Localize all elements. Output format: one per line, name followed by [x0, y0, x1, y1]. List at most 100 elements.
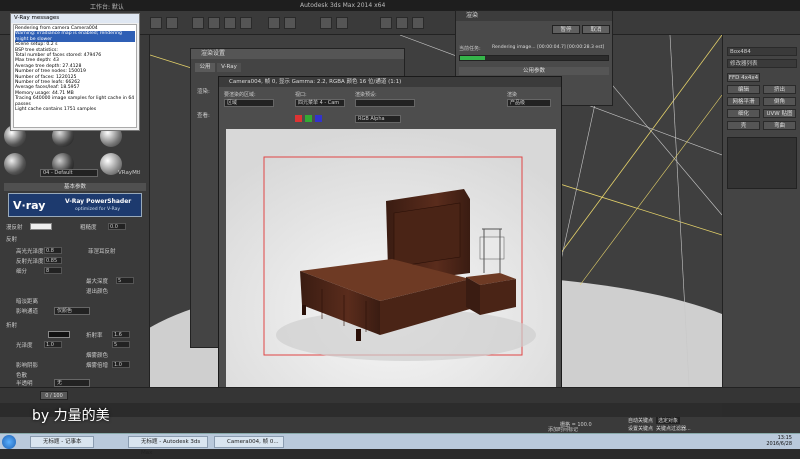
- rendered-bed-image: [226, 129, 556, 389]
- material-slot[interactable]: [4, 153, 26, 175]
- modifier-button[interactable]: UVW 贴图: [763, 109, 796, 118]
- render-icon[interactable]: [412, 17, 424, 29]
- glossiness-spinner[interactable]: 1.0: [44, 341, 62, 348]
- modifier-button[interactable]: 网格平滑: [727, 97, 760, 106]
- modifier-button[interactable]: 挤出: [763, 85, 796, 94]
- redo-icon[interactable]: [166, 17, 178, 29]
- select-icon[interactable]: [192, 17, 204, 29]
- taskbar-item[interactable]: 无标题 - 记事本: [30, 436, 94, 448]
- start-button[interactable]: [2, 435, 16, 449]
- modifier-button[interactable]: 倒角: [763, 97, 796, 106]
- material-name-field[interactable]: 04 - Default: [40, 169, 98, 177]
- diffuse-label: 漫反射: [6, 225, 23, 231]
- render-setup-title[interactable]: 渲染设置: [191, 49, 404, 59]
- vray-messages-log[interactable]: Rendering from camera Camera004 Warning:…: [13, 24, 137, 128]
- dim-distance-label: 暗淡距离: [16, 299, 39, 305]
- auto-key-button[interactable]: 自动关键点: [628, 417, 653, 424]
- log-line: Tracing 640000 image samples for light c…: [15, 96, 135, 107]
- modifier-button[interactable]: 弯曲: [763, 121, 796, 130]
- channel-red-icon[interactable]: [295, 115, 302, 122]
- cancel-button[interactable]: 取消: [582, 25, 610, 34]
- fog-color-label: 烟雾颜色: [86, 353, 109, 359]
- affect-channels-dropdown[interactable]: 仅颜色: [54, 307, 90, 315]
- selected-dropdown[interactable]: 选定对象: [656, 417, 681, 424]
- subdivs-spinner[interactable]: 8: [44, 267, 62, 274]
- refl-gloss-spinner[interactable]: 0.85: [44, 257, 62, 264]
- tab-vray[interactable]: V-Ray: [217, 63, 241, 72]
- reflect-section-label: 反射: [6, 237, 18, 243]
- view-label: 查看:: [197, 113, 210, 119]
- channel-green-icon[interactable]: [305, 115, 312, 122]
- hilight-gloss-label: 高光光泽度: [16, 249, 44, 255]
- vray-logo: V·ray: [13, 199, 46, 212]
- viewport-dropdown[interactable]: 四元菜单 4 - Cam: [295, 99, 345, 107]
- mirror-icon[interactable]: [320, 17, 332, 29]
- modifier-list-dropdown[interactable]: 修改器列表: [727, 59, 797, 68]
- refract-swatch[interactable]: [48, 331, 70, 338]
- taskbar-item[interactable]: 无标题 - Autodesk 3ds Max: [128, 436, 208, 456]
- subdivs-label: 细分: [16, 269, 28, 275]
- powershader-title: V-Ray PowerShader: [65, 198, 132, 205]
- undo-icon[interactable]: [150, 17, 162, 29]
- set-key-button[interactable]: 设置关键点: [628, 425, 653, 432]
- time-slider-thumb[interactable]: 0 / 100: [40, 391, 68, 400]
- command-panel: Box484 修改器列表 FFD 4x4x4 编辑 挤出 网格平滑 倒角 细化 …: [722, 35, 800, 403]
- hilight-gloss-spinner[interactable]: 0.8: [44, 247, 62, 254]
- align-icon[interactable]: [336, 17, 348, 29]
- modifier-stack-list[interactable]: [727, 137, 797, 189]
- translucency-dropdown[interactable]: 无: [54, 379, 90, 387]
- vray-powershader-banner: V·ray V-Ray PowerShader optimized for V-…: [8, 193, 142, 217]
- rollout-basic-header[interactable]: 基本参数: [4, 183, 146, 191]
- frame-window-title[interactable]: Camera004, 帧 0, 显示 Gamma: 2.2, RGBA 颜色 1…: [219, 77, 561, 87]
- fog-mult-spinner[interactable]: 1.0: [112, 361, 130, 368]
- workspace-label[interactable]: 工作台: 默认: [90, 2, 124, 11]
- object-name-field[interactable]: Box484: [727, 47, 797, 56]
- status-bar: 栅格 = 100.0 自动关键点 选定对象 设置关键点 关键点过滤器... 添加…: [0, 417, 800, 433]
- channel-blue-icon[interactable]: [315, 115, 322, 122]
- refract-max-depth-spinner[interactable]: 5: [112, 341, 130, 348]
- taskbar-item[interactable]: Camera004, 帧 0...: [214, 436, 284, 448]
- modifier-button[interactable]: 壳: [727, 121, 760, 130]
- refract-section-label: 折射: [6, 323, 18, 329]
- render-preset-dropdown[interactable]: [355, 99, 415, 107]
- material-editor-icon[interactable]: [380, 17, 392, 29]
- modifier-button[interactable]: 细化: [727, 109, 760, 118]
- render-canvas[interactable]: [226, 129, 556, 389]
- scale-icon[interactable]: [240, 17, 252, 29]
- add-time-tag-button[interactable]: 添加时间标记: [548, 426, 578, 433]
- key-filters-button[interactable]: 关键点过滤器...: [656, 425, 691, 432]
- ior-label: 折射率: [86, 333, 103, 339]
- tab-common[interactable]: 公用: [195, 63, 215, 72]
- current-task-label: 当前任务:: [459, 46, 481, 52]
- vray-messages-window: V-Ray messages Rendering from camera Cam…: [10, 13, 140, 131]
- render-setup-icon[interactable]: [396, 17, 408, 29]
- move-icon[interactable]: [208, 17, 220, 29]
- progress-title[interactable]: 渲染: [456, 11, 612, 21]
- translucency-label: 半透明: [16, 381, 33, 387]
- ior-spinner[interactable]: 1.6: [112, 331, 130, 338]
- pause-button[interactable]: 暂停: [552, 25, 580, 34]
- system-clock[interactable]: 13:15 2016/6/28: [766, 435, 792, 447]
- render-preset-label: 渲染预设:: [355, 92, 377, 98]
- roughness-spinner[interactable]: 0.0: [108, 223, 126, 230]
- snap-icon[interactable]: [268, 17, 280, 29]
- material-type-button[interactable]: VRayMtl: [118, 170, 141, 176]
- fresnel-label: 菲涅耳反射: [88, 249, 116, 255]
- clock-date: 2016/6/28: [766, 441, 792, 447]
- common-params-header[interactable]: 公用参数: [459, 67, 609, 75]
- rotate-icon[interactable]: [224, 17, 236, 29]
- area-to-render-dropdown[interactable]: 区域: [224, 99, 274, 107]
- channel-display-dropdown[interactable]: RGB Alpha: [355, 115, 401, 123]
- render-quality-dropdown[interactable]: 产品级: [507, 99, 551, 107]
- modifier-button[interactable]: 编辑: [727, 85, 760, 94]
- track-bar[interactable]: [150, 403, 722, 417]
- max-depth-spinner[interactable]: 5: [116, 277, 134, 284]
- vray-messages-title[interactable]: V-Ray messages: [11, 14, 139, 23]
- diffuse-swatch[interactable]: [30, 223, 52, 230]
- angle-snap-icon[interactable]: [284, 17, 296, 29]
- rendered-frame-window: Camera004, 帧 0, 显示 Gamma: 2.2, RGBA 颜色 1…: [218, 76, 562, 394]
- affect-shadows-label: 影响阴影: [16, 363, 39, 369]
- modifier-button[interactable]: FFD 4x4x4: [727, 73, 760, 82]
- area-to-render-label: 要渲染的区域:: [224, 92, 256, 98]
- timeline-slider[interactable]: 0 / 100: [0, 387, 800, 403]
